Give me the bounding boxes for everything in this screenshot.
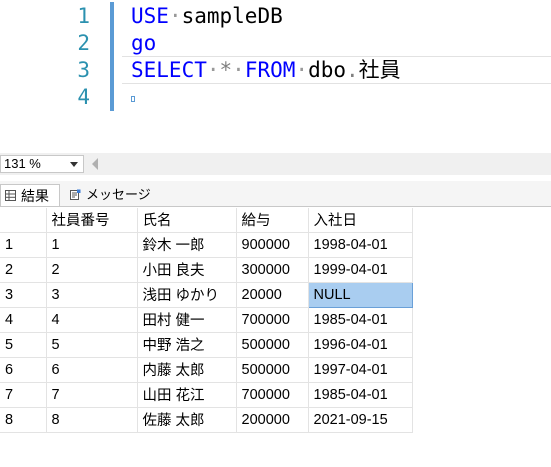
row-number[interactable]: 7 <box>0 382 47 408</box>
grid-cell[interactable]: 700000 <box>236 382 309 408</box>
grid-cell[interactable]: 1996-04-01 <box>308 332 413 358</box>
tab-results[interactable]: 結果 <box>0 184 60 206</box>
keyword-go: go <box>131 31 157 55</box>
change-marker <box>110 56 114 84</box>
keyword-select: SELECT <box>131 58 207 82</box>
column-header[interactable]: 氏名 <box>137 208 237 233</box>
star-operator: * <box>219 58 233 82</box>
table-name: 社員 <box>358 58 401 82</box>
message-icon <box>70 189 81 200</box>
grid-icon <box>5 190 16 201</box>
grid-cell[interactable]: 鈴木 一郎 <box>137 232 237 258</box>
grid-cell[interactable]: 1985-04-01 <box>308 382 413 408</box>
grid-cell[interactable]: 田村 健一 <box>137 307 237 333</box>
line-number: 3 <box>77 58 90 82</box>
line-number-gutter: 1 2 3 4 <box>0 0 104 112</box>
tab-messages-label: メッセージ <box>86 187 151 202</box>
sql-editor[interactable]: 1 2 3 4 USE·sampleDB go SELECT·*·FROM·db… <box>0 0 551 150</box>
grid-cell[interactable]: 浅田 ゆかり <box>137 282 237 308</box>
grid-cell[interactable]: 1985-04-01 <box>308 307 413 333</box>
grid-header-row: 社員番号 氏名 給与 入社日 <box>0 208 413 233</box>
table-row: 2 2 小田 良夫 300000 1999-04-01 <box>0 257 413 283</box>
grid-cell[interactable]: 1997-04-01 <box>308 357 413 383</box>
tab-results-label: 結果 <box>21 188 49 204</box>
table-row: 6 6 内藤 太郎 500000 1997-04-01 <box>0 357 413 383</box>
table-row: 8 8 佐藤 太郎 200000 2021-09-15 <box>0 407 413 433</box>
grid-cell[interactable]: 小田 良夫 <box>137 257 237 283</box>
schema-name: dbo <box>308 58 346 82</box>
code-line-2[interactable]: go <box>131 29 156 57</box>
grid-cell[interactable]: 山田 花江 <box>137 382 237 408</box>
grid-cell[interactable]: 700000 <box>236 307 309 333</box>
grid-cell[interactable]: 内藤 太郎 <box>137 357 237 383</box>
change-marker <box>110 83 114 111</box>
change-marker <box>110 29 114 57</box>
code-line-1[interactable]: USE·sampleDB <box>131 2 283 30</box>
selected-grid-cell[interactable]: NULL <box>307 281 413 308</box>
grid-cell[interactable]: 20000 <box>236 282 309 308</box>
grid-cell[interactable]: 1 <box>46 232 138 258</box>
table-row: 5 5 中野 浩之 500000 1996-04-01 <box>0 332 413 358</box>
grid-cell[interactable]: 500000 <box>236 332 309 358</box>
row-number[interactable]: 1 <box>0 232 47 258</box>
database-name: sampleDB <box>181 4 283 28</box>
grid-cell[interactable]: 1998-04-01 <box>308 232 413 258</box>
editor-status-bar: 131 % <box>0 153 551 175</box>
line-number: 2 <box>77 31 90 55</box>
code-line-3[interactable]: SELECT·*·FROM·dbo.社員 <box>131 56 401 84</box>
column-header[interactable]: 給与 <box>236 208 309 233</box>
grid-cell[interactable]: 1999-04-01 <box>308 257 413 283</box>
chevron-down-icon[interactable] <box>70 162 78 167</box>
table-row: 1 1 鈴木 一郎 900000 1998-04-01 <box>0 232 413 258</box>
grid-cell[interactable]: 3 <box>46 282 138 308</box>
results-tab-bar: 結果 メッセージ <box>0 181 551 207</box>
scroll-left-arrow-icon[interactable] <box>92 158 98 170</box>
change-marker <box>110 2 114 30</box>
zoom-value: 131 % <box>4 156 41 171</box>
grid-cell[interactable]: 中野 浩之 <box>137 332 237 358</box>
keyword-use: USE <box>131 4 169 28</box>
text-caret <box>131 96 135 102</box>
table-row: 3 3 浅田 ゆかり 20000 NULL <box>0 281 413 308</box>
grid-cell[interactable]: 佐藤 太郎 <box>137 407 237 433</box>
grid-cell[interactable]: 500000 <box>236 357 309 383</box>
row-number[interactable]: 3 <box>0 282 47 308</box>
keyword-from: FROM <box>244 58 296 82</box>
table-row: 7 7 山田 花江 700000 1985-04-01 <box>0 382 413 408</box>
grid-cell[interactable]: 8 <box>46 407 138 433</box>
grid-cell[interactable]: 7 <box>46 382 138 408</box>
grid-cell[interactable]: 200000 <box>236 407 309 433</box>
grid-cell[interactable]: 4 <box>46 307 138 333</box>
row-number[interactable]: 2 <box>0 257 47 283</box>
grid-cell[interactable]: 900000 <box>236 232 309 258</box>
row-number[interactable]: 4 <box>0 307 47 333</box>
row-number[interactable]: 8 <box>0 407 47 433</box>
row-number[interactable]: 6 <box>0 357 47 383</box>
grid-cell[interactable]: 5 <box>46 332 138 358</box>
grid-cell[interactable]: 300000 <box>236 257 309 283</box>
column-header[interactable]: 社員番号 <box>46 208 138 233</box>
line-number: 1 <box>77 4 90 28</box>
zoom-dropdown[interactable]: 131 % <box>0 155 84 173</box>
grid-cell[interactable]: 6 <box>46 357 138 383</box>
grid-cell[interactable]: 2 <box>46 257 138 283</box>
row-number-header[interactable] <box>0 208 47 233</box>
results-grid[interactable]: 社員番号 氏名 給与 入社日 1 1 鈴木 一郎 900000 1998-04-… <box>0 208 413 433</box>
table-row: 4 4 田村 健一 700000 1985-04-01 <box>0 307 413 333</box>
row-number[interactable]: 5 <box>0 332 47 358</box>
line-number: 4 <box>77 85 90 109</box>
column-header[interactable]: 入社日 <box>308 208 413 233</box>
grid-cell[interactable]: 2021-09-15 <box>308 407 413 433</box>
tab-messages[interactable]: メッセージ <box>66 184 152 206</box>
